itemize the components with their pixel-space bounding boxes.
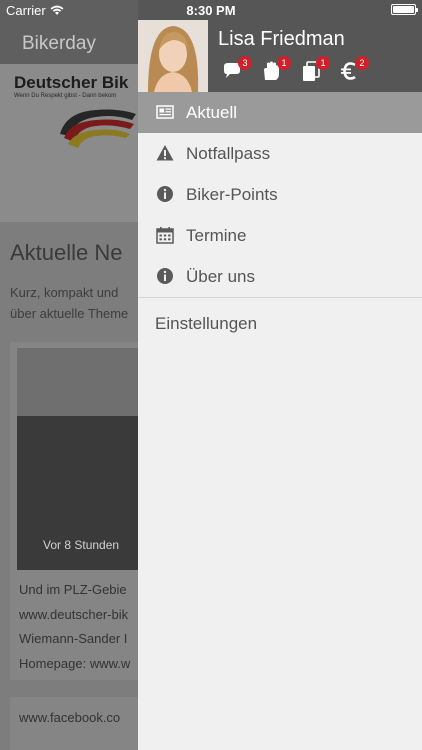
messages-button[interactable]: 3 (222, 56, 252, 82)
menu-item-einstellungen[interactable]: Einstellungen (138, 298, 422, 346)
menu-item-label: Aktuell (186, 103, 238, 122)
background-news-card-2-text: www.facebook.co (19, 710, 121, 725)
background-news-image: Vor 8 Stunden (17, 348, 138, 570)
menu-item-termine[interactable]: Termine (138, 215, 422, 256)
background-news-line: Wiemann-Sander I (19, 631, 128, 646)
menu-item-label: Über uns (186, 267, 255, 286)
newspaper-icon (156, 105, 174, 119)
hand-button[interactable]: 1 (261, 56, 291, 82)
settings-label: Einstellungen (155, 314, 258, 333)
menu-item-label: Notfallpass (186, 144, 271, 163)
documents-button[interactable]: 1 (300, 56, 330, 82)
background-logo-text: Deutscher Bik (14, 73, 129, 92)
background-app[interactable]: Bikerday Deutscher Bik Wenn Du Respekt g… (0, 0, 138, 750)
menu-item-label: Biker-Points (186, 185, 278, 204)
drawer-menu: Aktuell Notfallpass Biker-Points Termine… (138, 92, 422, 346)
euro-button[interactable]: 2 (339, 56, 369, 82)
side-drawer: Lisa Friedman 3 1 1 2 Aktuell Notfallpas… (138, 0, 422, 750)
background-house-photo (17, 348, 138, 416)
menu-item-biker-points[interactable]: Biker-Points (138, 174, 422, 215)
background-intro-line: über aktuelle Theme (10, 306, 129, 321)
info-icon (157, 186, 173, 202)
background-news-card-2[interactable]: www.facebook.co (10, 697, 138, 750)
background-intro: Kurz, kompakt und über aktuelle Theme (10, 282, 128, 324)
calendar-icon (156, 227, 174, 244)
menu-item-label: Termine (186, 226, 247, 245)
avatar-photo (138, 20, 208, 92)
logo-flag-mark (60, 109, 136, 148)
messages-badge: 3 (238, 56, 252, 70)
clock: 8:30 PM (186, 3, 236, 18)
warning-icon (156, 145, 174, 161)
hand-badge: 1 (277, 56, 291, 70)
background-intro-line: Kurz, kompakt und (10, 285, 119, 300)
background-news-card[interactable]: Vor 8 Stunden Und im PLZ-Gebie www.deuts… (10, 342, 138, 680)
avatar[interactable] (138, 20, 208, 92)
menu-item-aktuell[interactable]: Aktuell (138, 92, 422, 133)
user-name: Lisa Friedman (218, 28, 345, 50)
background-nav-title: Bikerday (22, 33, 96, 54)
battery-icon (391, 4, 418, 15)
menu-item-ueber-uns[interactable]: Über uns (138, 256, 422, 297)
background-news-text: Und im PLZ-Gebie www.deutscher-bik Wiema… (19, 578, 130, 676)
documents-badge: 1 (316, 56, 330, 70)
info-icon (157, 268, 173, 284)
background-news-line: www.deutscher-bik (19, 606, 129, 622)
background-heading: Aktuelle Ne (10, 240, 123, 265)
euro-badge: 2 (355, 56, 369, 70)
background-logo-subtitle: Wenn Du Respekt gibst - Dann bekom (14, 93, 117, 99)
status-bar: Carrier 8:30 PM (0, 0, 422, 20)
background-news-line: Und im PLZ-Gebie (19, 582, 127, 597)
menu-item-notfallpass[interactable]: Notfallpass (138, 133, 422, 174)
background-news-timestamp: Vor 8 Stunden (43, 538, 120, 552)
notification-badges: 3 1 1 2 (222, 56, 369, 82)
background-news-line: Homepage: www.w (19, 655, 131, 671)
